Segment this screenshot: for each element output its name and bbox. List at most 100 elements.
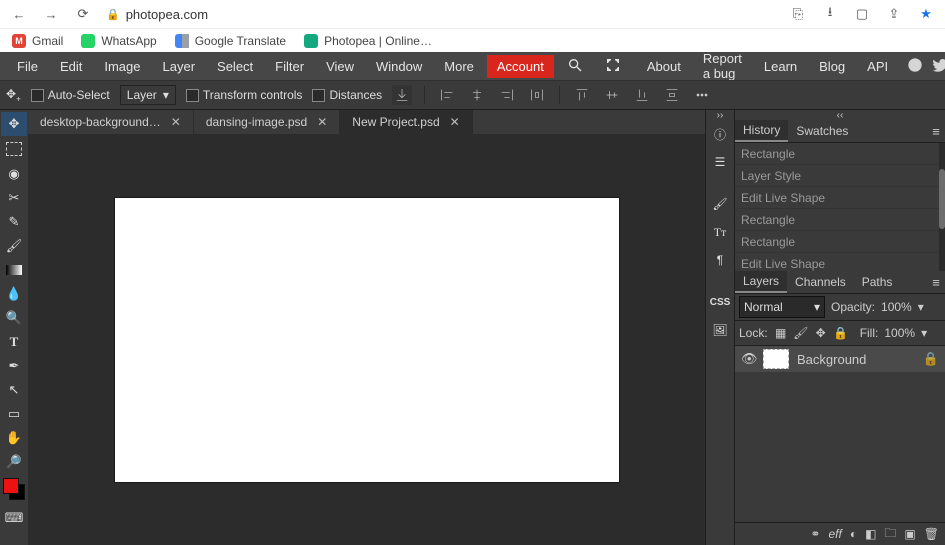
more-options-icon[interactable]: [692, 85, 712, 105]
tool-blur[interactable]: 💧: [1, 282, 27, 306]
info-panel-icon[interactable]: ⓘ: [706, 120, 734, 148]
link-learn[interactable]: Learn: [755, 57, 806, 76]
mask-icon[interactable]: ◐: [850, 527, 857, 541]
menu-more[interactable]: More: [435, 57, 483, 76]
link-report[interactable]: Report a bug: [694, 49, 751, 83]
fx-icon[interactable]: eff: [828, 527, 841, 541]
browser-back-icon[interactable]: ←: [10, 5, 28, 23]
tab-new-project[interactable]: New Project.psd ✕: [340, 110, 472, 134]
menu-filter[interactable]: Filter: [266, 57, 313, 76]
align-bottom-icon[interactable]: [632, 85, 652, 105]
search-icon[interactable]: [558, 55, 592, 78]
foreground-color[interactable]: [3, 478, 19, 494]
layer-name[interactable]: Background: [797, 352, 866, 367]
new-layer-icon[interactable]: ▣: [904, 527, 915, 541]
history-item[interactable]: Rectangle: [735, 231, 945, 253]
browser-download-icon[interactable]: ⭳: [821, 5, 839, 23]
layers-list[interactable]: 👁 Background 🔒: [735, 346, 945, 522]
fill-slider-icon[interactable]: ▾: [921, 326, 927, 340]
menu-select[interactable]: Select: [208, 57, 262, 76]
properties-panel-icon[interactable]: ☰: [706, 148, 734, 176]
group-icon[interactable]: 🗀: [884, 524, 896, 545]
history-scrollbar-thumb[interactable]: [939, 169, 945, 229]
panel-grip-icon[interactable]: ››: [706, 110, 734, 120]
browser-install-icon[interactable]: ⎘: [789, 5, 807, 23]
tab-swatches[interactable]: Swatches: [788, 120, 856, 142]
tool-zoom[interactable]: 🔎: [1, 450, 27, 474]
align-left-icon[interactable]: [437, 85, 457, 105]
tool-gradient[interactable]: [1, 258, 27, 282]
distribute-v-icon[interactable]: [662, 85, 682, 105]
tool-pen[interactable]: ✒: [1, 354, 27, 378]
tool-quickmask[interactable]: ⌨: [1, 506, 27, 530]
panel-menu-icon[interactable]: ≡: [927, 271, 945, 293]
lock-pixels-icon[interactable]: ▦: [774, 326, 788, 340]
layer-thumbnail[interactable]: [763, 349, 789, 369]
tab-desktop-background[interactable]: desktop-background… ✕: [28, 110, 194, 134]
close-icon[interactable]: ✕: [317, 115, 327, 129]
character-panel-icon[interactable]: Tт: [706, 218, 734, 246]
align-right-icon[interactable]: [497, 85, 517, 105]
tab-history[interactable]: History: [735, 120, 788, 142]
tab-dansing-image[interactable]: dansing-image.psd ✕: [194, 110, 340, 134]
tab-paths[interactable]: Paths: [854, 271, 901, 293]
fit-screen-icon[interactable]: [596, 55, 630, 78]
menu-layer[interactable]: Layer: [154, 57, 205, 76]
lock-position-icon[interactable]: ✥: [814, 326, 828, 340]
tool-dodge[interactable]: 🔍: [1, 306, 27, 330]
tool-lasso[interactable]: ◉: [1, 162, 27, 186]
canvas[interactable]: [115, 198, 619, 482]
menu-image[interactable]: Image: [95, 57, 149, 76]
distribute-h-icon[interactable]: [527, 85, 547, 105]
paragraph-panel-icon[interactable]: ¶: [706, 246, 734, 274]
link-layers-icon[interactable]: ⚭: [810, 527, 820, 541]
tab-layers[interactable]: Layers: [735, 271, 787, 293]
browser-newtab-icon[interactable]: ▢: [853, 5, 871, 23]
menu-view[interactable]: View: [317, 57, 363, 76]
distances-checkbox[interactable]: Distances: [312, 88, 382, 102]
history-item[interactable]: Layer Style: [735, 165, 945, 187]
adjustment-icon[interactable]: ◧: [865, 527, 876, 541]
tool-marquee[interactable]: [6, 142, 22, 156]
delete-layer-icon[interactable]: 🗑: [924, 527, 939, 541]
bookmark-gmail[interactable]: M Gmail: [12, 34, 63, 48]
opacity-slider-icon[interactable]: ▾: [918, 300, 924, 314]
history-list[interactable]: Rectangle Layer Style Edit Live Shape Re…: [735, 143, 945, 271]
align-middle-v-icon[interactable]: [602, 85, 622, 105]
canvas-viewport[interactable]: [28, 134, 705, 545]
browser-forward-icon[interactable]: →: [42, 5, 60, 23]
menu-edit[interactable]: Edit: [51, 57, 91, 76]
menu-account[interactable]: Account: [487, 55, 554, 78]
history-item[interactable]: Rectangle: [735, 143, 945, 165]
tool-path-sel[interactable]: ↖: [1, 378, 27, 402]
lock-paint-icon[interactable]: 🖌: [794, 326, 808, 340]
download-icon[interactable]: [392, 85, 412, 105]
close-icon[interactable]: ✕: [450, 115, 460, 129]
brushes-panel-icon[interactable]: 🖌: [706, 190, 734, 218]
menu-file[interactable]: File: [8, 57, 47, 76]
history-item[interactable]: Edit Live Shape: [735, 187, 945, 209]
css-panel-icon[interactable]: CSS: [706, 288, 734, 316]
browser-url[interactable]: photopea.com: [126, 7, 208, 22]
close-icon[interactable]: ✕: [171, 115, 181, 129]
bookmark-photopea[interactable]: Photopea | Online…: [304, 34, 432, 48]
history-item[interactable]: Edit Live Shape: [735, 253, 945, 271]
browser-share-icon[interactable]: ⇪: [885, 5, 903, 23]
panel-menu-icon[interactable]: ≡: [927, 120, 945, 142]
reddit-icon[interactable]: [907, 57, 923, 76]
align-top-icon[interactable]: [572, 85, 592, 105]
menu-window[interactable]: Window: [367, 57, 431, 76]
history-item[interactable]: Rectangle: [735, 209, 945, 231]
tool-crop[interactable]: ✂: [1, 186, 27, 210]
browser-bookmark-star-icon[interactable]: ★: [917, 5, 935, 23]
link-about[interactable]: About: [638, 57, 690, 76]
opacity-value[interactable]: 100%: [881, 300, 912, 314]
link-blog[interactable]: Blog: [810, 57, 854, 76]
browser-reload-icon[interactable]: ⟳: [74, 5, 92, 23]
transform-controls-checkbox[interactable]: Transform controls: [186, 88, 303, 102]
tab-channels[interactable]: Channels: [787, 271, 854, 293]
bookmark-google-translate[interactable]: Google Translate: [175, 34, 286, 48]
auto-select-checkbox[interactable]: Auto-Select: [31, 88, 110, 102]
tool-move[interactable]: ✥: [1, 112, 27, 136]
tool-type[interactable]: T: [1, 330, 27, 354]
